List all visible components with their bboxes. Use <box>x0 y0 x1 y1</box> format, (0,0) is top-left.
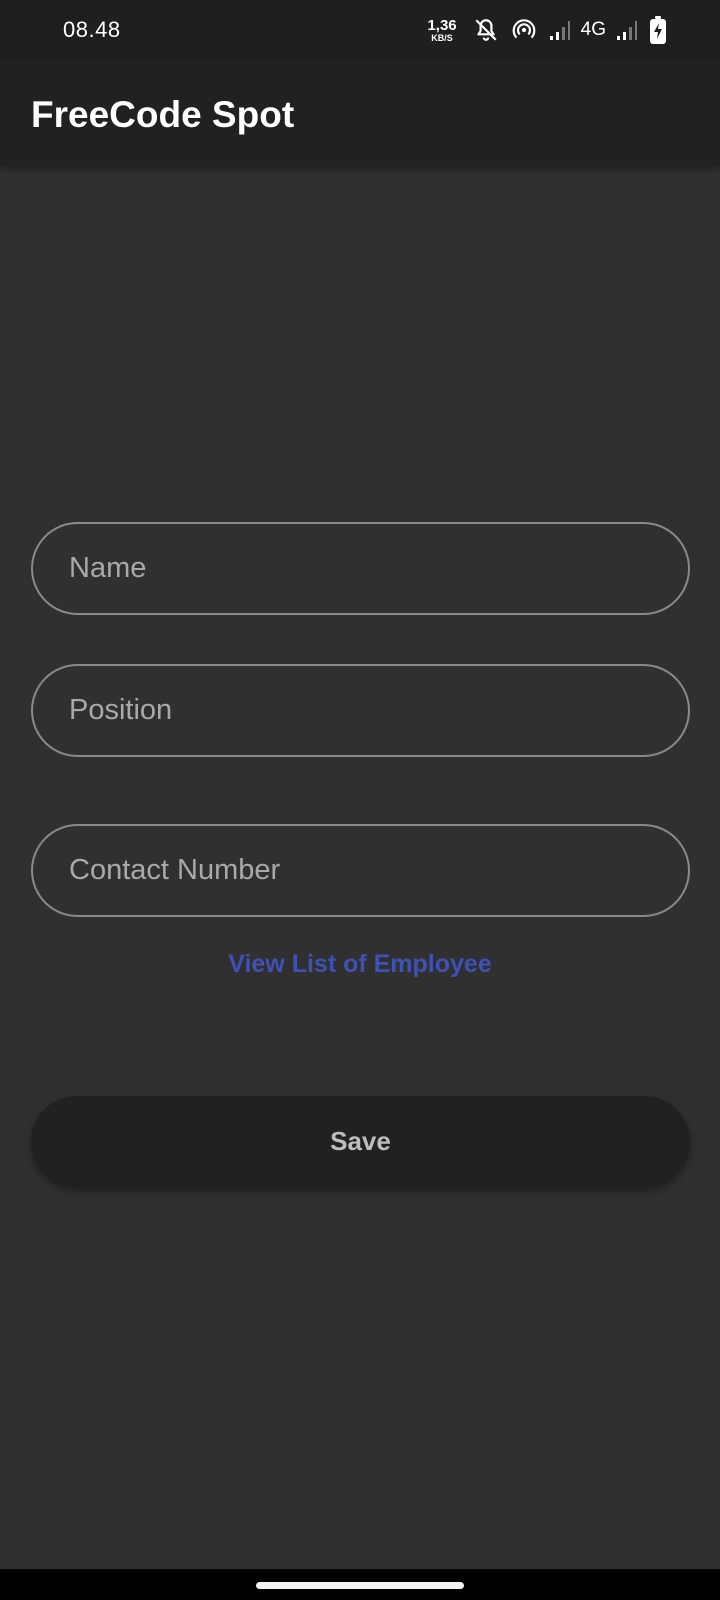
contact-number-input[interactable] <box>33 826 688 915</box>
network-type: 4G <box>580 19 606 40</box>
home-indicator[interactable] <box>256 1582 464 1589</box>
screen: 08.48 1,36 KB/S 4G FreeCode Spot Name Po… <box>0 0 720 1600</box>
name-input[interactable] <box>33 524 688 613</box>
status-icons: 1,36 KB/S 4G <box>427 14 666 46</box>
name-field[interactable] <box>31 522 690 615</box>
notifications-off-icon <box>473 17 499 43</box>
contact-number-field[interactable] <box>31 824 690 917</box>
app-bar: FreeCode Spot <box>0 60 720 166</box>
network-speed-unit: KB/S <box>431 32 453 43</box>
network-speed-value: 1,36 <box>427 16 457 34</box>
signal-icon <box>549 19 571 41</box>
network-speed: 1,36 KB/S <box>427 18 456 43</box>
app-title: FreeCode Spot <box>31 94 295 135</box>
battery-charging-icon <box>650 16 666 44</box>
status-time: 08.48 <box>63 17 121 42</box>
hotspot-icon <box>511 17 537 43</box>
save-button[interactable]: Save <box>31 1096 690 1187</box>
view-list-of-employee-link[interactable]: View List of Employee <box>0 950 720 979</box>
position-input[interactable] <box>33 666 688 755</box>
navigation-bar <box>0 1569 720 1600</box>
status-bar: 08.48 1,36 KB/S 4G <box>0 0 720 60</box>
position-field[interactable] <box>31 664 690 757</box>
signal-icon <box>616 19 638 41</box>
